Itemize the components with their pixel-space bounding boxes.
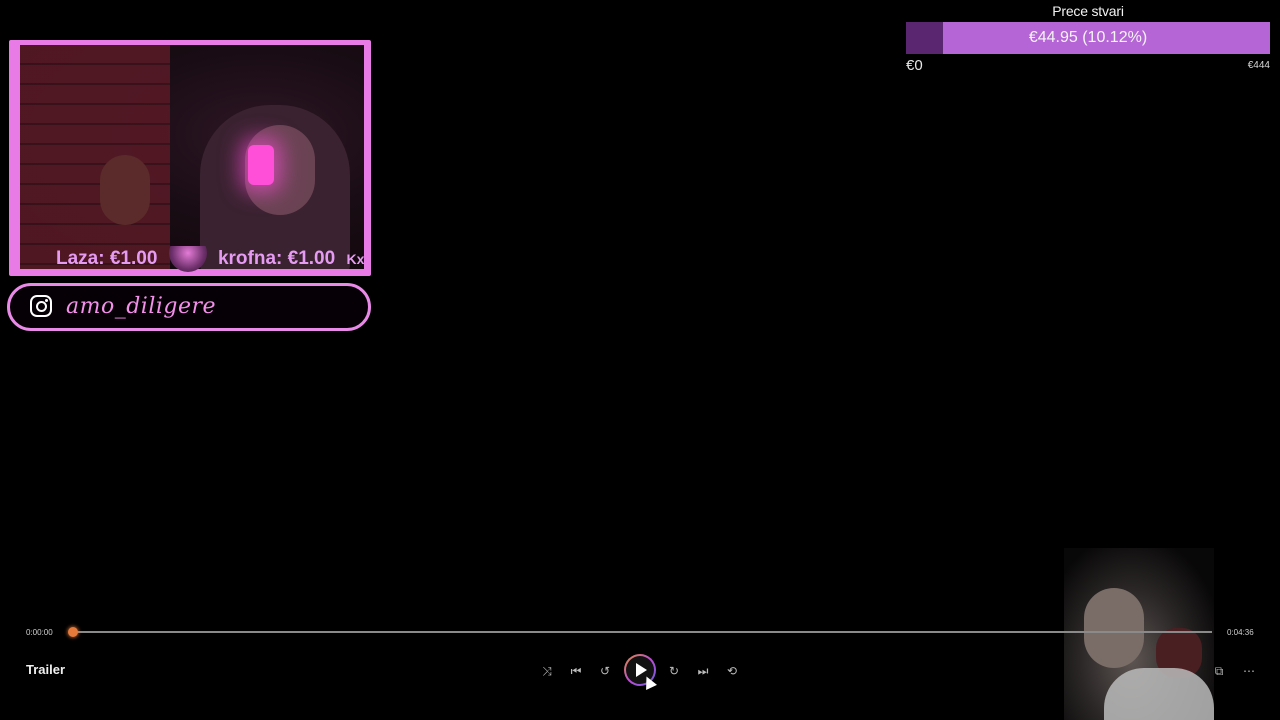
ticker-item: Laza: €1.00: [56, 248, 158, 270]
play-icon: [636, 663, 647, 677]
previous-icon[interactable]: ⏮: [565, 660, 587, 682]
donation-ticker: Laza: €1.00 krofna: €1.00 Kx: [56, 246, 386, 272]
channel-logo-icon: [168, 246, 207, 272]
instagram-handle: amo_diligere: [66, 294, 217, 319]
goal-progress-label: €44.95 (10.12%): [1028, 29, 1148, 46]
seek-bar[interactable]: 0:00:00 0:04:36: [0, 620, 1280, 644]
seek-track[interactable]: [70, 631, 1212, 633]
goal-max-label: €444: [1247, 60, 1270, 71]
seek-thumb[interactable]: [68, 627, 78, 637]
shuffle-icon[interactable]: ⤨: [536, 660, 558, 682]
more-options-icon[interactable]: ⋯: [1238, 660, 1260, 682]
brick-wall: [20, 45, 170, 269]
rewind-10-icon[interactable]: ↺: [594, 660, 616, 682]
goal-progress-bar: €44.95 (10.12%): [906, 22, 1270, 54]
donation-goal: Prece stvari €44.95 (10.12%) €0 €444: [906, 0, 1270, 80]
person-shirt: [1104, 668, 1214, 720]
glowing-microphone: [248, 145, 274, 185]
ticker-tail: Kx: [346, 251, 365, 268]
total-time: 0:04:36: [1227, 628, 1254, 637]
track-title: Trailer: [26, 662, 66, 677]
mini-player-icon[interactable]: ⧉: [1208, 660, 1230, 682]
current-time: 0:00:00: [26, 628, 53, 637]
instagram-banner: amo_diligere: [7, 283, 371, 331]
next-icon[interactable]: ⏭: [692, 660, 714, 682]
forward-30-icon[interactable]: ↻: [663, 660, 685, 682]
ticker-item: krofna: €1.00: [217, 248, 336, 270]
instagram-icon: [30, 295, 52, 317]
goal-min-label: €0: [906, 57, 923, 74]
repeat-off-icon[interactable]: ⟲: [721, 660, 743, 682]
goal-title: Prece stvari: [1052, 3, 1124, 19]
plush-toy: [100, 155, 150, 225]
webcam-video: [20, 45, 364, 269]
